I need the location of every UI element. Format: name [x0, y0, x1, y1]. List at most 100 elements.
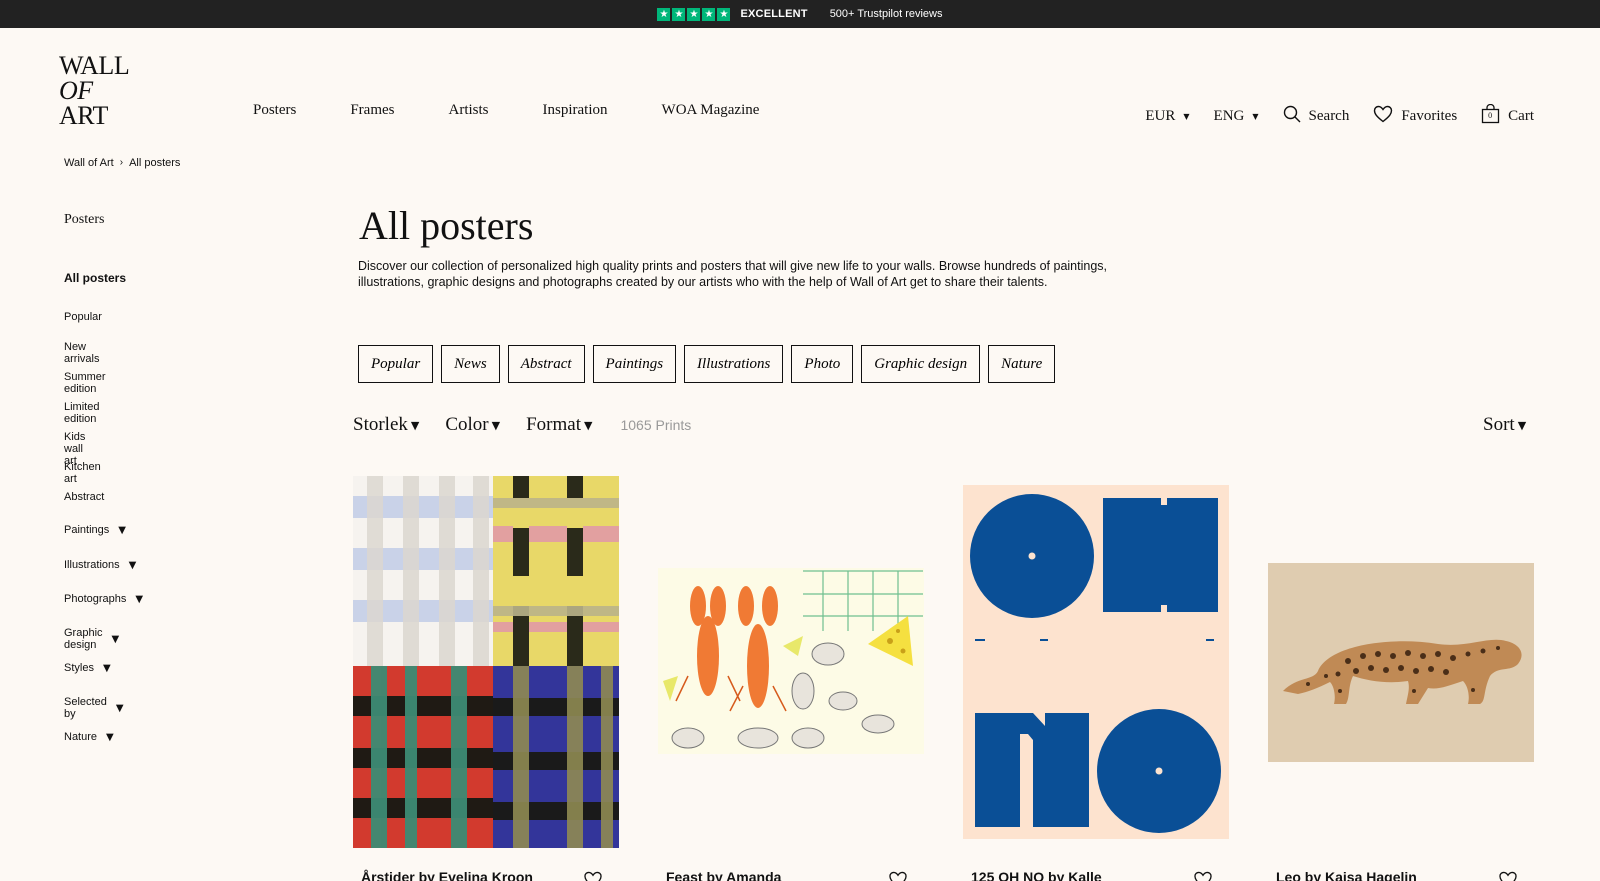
nav-posters[interactable]: Posters — [253, 102, 296, 119]
sidebar-item[interactable]: Abstract — [64, 491, 104, 503]
caret-down-icon: ▼ — [1183, 112, 1190, 121]
favorites-button[interactable]: Favorites — [1373, 105, 1457, 128]
search-button[interactable]: Search — [1283, 105, 1350, 128]
trustpilot-bar[interactable]: ★ ★ ★ ★ ★ EXCELLENT 500+ Trustpilot revi… — [0, 0, 1600, 28]
caret-down-icon: ▼ — [1517, 418, 1527, 432]
caret-down-icon[interactable]: ▼ — [106, 732, 114, 743]
chip-abstract[interactable]: Abstract — [507, 345, 585, 383]
sidebar-item[interactable]: Illustrations ▼ — [64, 559, 136, 571]
chip-graphic-design[interactable]: Graphic design — [861, 345, 981, 383]
caret-down-icon[interactable]: ▼ — [103, 663, 111, 674]
favorites-label: Favorites — [1401, 108, 1458, 124]
chip-nature[interactable]: Nature — [988, 345, 1056, 383]
sidebar-item[interactable]: Styles ▼ — [64, 662, 111, 674]
chevron-right-icon: › — [119, 157, 124, 168]
heart-icon[interactable] — [1498, 871, 1518, 881]
caret-down-icon[interactable]: ▼ — [129, 560, 137, 571]
caret-down-icon[interactable]: ▼ — [116, 703, 124, 714]
sidebar-item-label: Summer edition — [64, 371, 106, 395]
chip-popular[interactable]: Popular — [358, 345, 434, 383]
product-card[interactable]: Feast by Amanda — [658, 476, 924, 881]
trustpilot-stars: ★ ★ ★ ★ ★ — [657, 7, 731, 21]
chip-paintings[interactable]: Paintings — [592, 345, 677, 383]
heart-icon[interactable] — [583, 871, 603, 881]
sidebar-item-all-posters[interactable]: All posters — [64, 271, 294, 285]
caret-down-icon: ▼ — [491, 418, 501, 432]
trustpilot-reviews[interactable]: 500+ Trustpilot reviews — [830, 8, 943, 20]
sidebar-item-label: Photographs — [64, 593, 127, 605]
sort-label: Sort — [1483, 414, 1515, 435]
nav-artists[interactable]: Artists — [449, 102, 489, 119]
sidebar-item-label: Kitchen art — [64, 461, 101, 485]
sidebar-item[interactable]: Summer edition — [64, 371, 106, 395]
filter-bar: Storlek ▼ Color ▼ Format ▼ 1065 Prints — [353, 414, 691, 436]
product-title[interactable]: Årstider by Evelina Kroon — [361, 869, 533, 881]
sidebar-item-label: Nature — [64, 731, 98, 743]
sidebar-item[interactable]: Graphic design ▼ — [64, 627, 119, 651]
product-title[interactable]: 125 OH NO by Kalle — [971, 869, 1102, 881]
search-label: Search — [1308, 108, 1350, 124]
sidebar-item-label: Graphic design — [64, 627, 103, 651]
star-icon: ★ — [672, 7, 686, 21]
filter-size[interactable]: Storlek ▼ — [353, 414, 419, 436]
header-actions: EUR ▼ ENG ▼ Search Favorites 0 Cart — [1121, 103, 1534, 129]
filter-format-label: Format — [526, 414, 581, 435]
star-icon: ★ — [657, 7, 671, 21]
sidebar-item[interactable]: Limited edition — [64, 401, 99, 425]
site-logo[interactable]: WALL OF ART — [59, 51, 130, 129]
product-card[interactable]: Årstider by Evelina Kroon — [353, 476, 619, 881]
product-image-oh-no[interactable] — [963, 476, 1229, 848]
chip-illustrations[interactable]: Illustrations — [684, 345, 784, 383]
nav-inspiration[interactable]: Inspiration — [543, 102, 608, 119]
breadcrumb: Wall of Art › All posters — [64, 157, 180, 169]
currency-select[interactable]: EUR ▼ — [1145, 108, 1189, 125]
chip-photo[interactable]: Photo — [791, 345, 854, 383]
filter-color[interactable]: Color ▼ — [445, 414, 500, 436]
product-card[interactable]: 125 OH NO by Kalle — [963, 476, 1229, 881]
filter-color-label: Color — [445, 414, 489, 435]
language-select[interactable]: ENG ▼ — [1214, 108, 1259, 125]
product-image-leo[interactable] — [1268, 476, 1534, 848]
star-icon: ★ — [717, 7, 731, 21]
star-icon: ★ — [702, 7, 716, 21]
product-title[interactable]: Feast by Amanda — [666, 869, 781, 881]
sidebar-item-label: Limited edition — [64, 401, 100, 425]
product-image-feast[interactable] — [658, 476, 924, 848]
cart-button[interactable]: 0 Cart — [1481, 103, 1534, 129]
nav-frames[interactable]: Frames — [350, 102, 394, 119]
filter-size-label: Storlek — [353, 414, 408, 435]
sidebar-item[interactable]: Kitchen art — [64, 461, 101, 485]
product-card[interactable]: Leo by Kajsa Hagelin — [1268, 476, 1534, 881]
sidebar-item-label: Paintings — [64, 524, 110, 536]
cart-count: 0 — [1488, 111, 1493, 120]
product-image-plaid[interactable] — [353, 476, 619, 848]
sidebar-item[interactable]: Nature ▼ — [64, 731, 114, 743]
result-count: 1065 Prints — [620, 417, 692, 433]
sidebar-item[interactable]: Selected by ▼ — [64, 696, 124, 720]
heart-icon[interactable] — [888, 871, 908, 881]
sidebar-item[interactable]: New arrivals — [64, 341, 99, 365]
chip-news[interactable]: News — [441, 345, 500, 383]
main-nav: Posters Frames Artists Inspiration WOA M… — [253, 102, 813, 119]
bag-icon: 0 — [1481, 103, 1500, 129]
caret-down-icon[interactable]: ▼ — [112, 634, 120, 645]
sidebar-item[interactable]: Popular — [64, 311, 102, 323]
sidebar-item[interactable]: Photographs ▼ — [64, 593, 143, 605]
page-intro: Discover our collection of personalized … — [358, 259, 1107, 289]
caret-down-icon[interactable]: ▼ — [135, 594, 143, 605]
nav-woa-magazine[interactable]: WOA Magazine — [662, 102, 760, 119]
sidebar-item-label: New arrivals — [64, 341, 100, 365]
sidebar-item-label: Popular — [64, 311, 102, 323]
logo-line: OF — [59, 76, 93, 105]
logo-line: WALL — [59, 51, 130, 80]
sidebar-item[interactable]: Paintings ▼ — [64, 524, 126, 536]
heart-icon — [1373, 105, 1393, 128]
sort-dropdown[interactable]: Sort ▼ — [1483, 414, 1526, 436]
breadcrumb-home[interactable]: Wall of Art — [64, 157, 114, 169]
product-title[interactable]: Leo by Kajsa Hagelin — [1276, 869, 1417, 881]
category-sidebar: Posters All posters Popular New arrivals S… — [64, 212, 294, 743]
filter-format[interactable]: Format ▼ — [526, 414, 592, 436]
heart-icon[interactable] — [1193, 871, 1213, 881]
caret-down-icon[interactable]: ▼ — [118, 525, 126, 536]
category-chips: Popular News Abstract Paintings Illustra… — [358, 345, 1056, 383]
